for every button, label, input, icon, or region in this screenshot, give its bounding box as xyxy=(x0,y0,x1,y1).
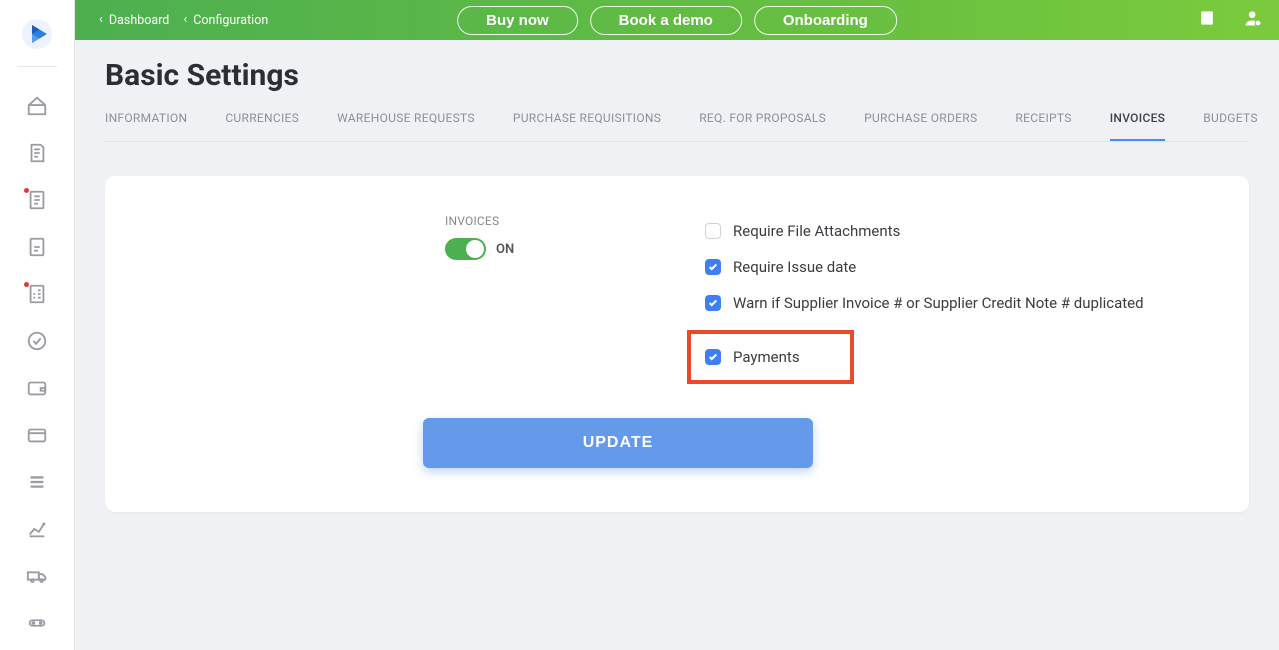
checkbox[interactable] xyxy=(705,259,721,275)
tab-budgets[interactable]: BUDGETS xyxy=(1203,111,1258,141)
checkbox-label: Require Issue date xyxy=(733,258,856,276)
server-icon[interactable] xyxy=(17,603,57,642)
checkbox-label: Require File Attachments xyxy=(733,222,900,240)
chevron-left-icon: ‹ xyxy=(99,12,103,27)
wallet-icon[interactable] xyxy=(17,369,57,408)
onboarding-button[interactable]: Onboarding xyxy=(754,6,897,35)
checkbox[interactable] xyxy=(705,349,721,365)
main-area: ‹ Dashboard ‹ Configuration Buy now Book a… xyxy=(75,0,1279,650)
checkbox-label: Warn if Supplier Invoice # or Supplier C… xyxy=(733,294,1144,312)
lines-icon[interactable] xyxy=(17,462,57,501)
tab-warehouse-requests[interactable]: WAREHOUSE REQUESTS xyxy=(337,111,475,141)
truck-icon[interactable] xyxy=(17,556,57,595)
checks-column: Require File Attachments Require Issue d… xyxy=(705,214,1144,384)
doc-plain-icon[interactable] xyxy=(17,228,57,267)
breadcrumb-label: Dashboard xyxy=(109,13,169,28)
page-title: Basic Settings xyxy=(105,58,1249,93)
approve-icon[interactable] xyxy=(17,322,57,361)
topbar: ‹ Dashboard ‹ Configuration Buy now Book a… xyxy=(75,0,1279,40)
doc-list-icon[interactable] xyxy=(17,181,57,220)
buy-now-button[interactable]: Buy now xyxy=(457,6,578,35)
check-require-issue-date: Require Issue date xyxy=(705,258,1144,276)
section-label: INVOICES xyxy=(445,214,605,228)
chart-icon[interactable] xyxy=(17,509,57,548)
tab-receipts[interactable]: RECEIPTS xyxy=(1015,111,1071,141)
doc-request-icon[interactable] xyxy=(17,134,57,173)
settings-card: INVOICES ON Require File Attachments Req… xyxy=(105,176,1249,512)
top-center-buttons: Buy now Book a demo Onboarding xyxy=(457,6,897,35)
checkbox[interactable] xyxy=(705,295,721,311)
app-logo[interactable] xyxy=(21,18,53,50)
user-settings-icon[interactable] xyxy=(1243,8,1263,32)
update-button[interactable]: UPDATE xyxy=(423,418,813,468)
content: Basic Settings INFORMATION CURRENCIES WA… xyxy=(75,40,1279,542)
check-payments: Payments xyxy=(705,348,800,366)
home-icon[interactable] xyxy=(17,87,57,126)
tab-currencies[interactable]: CURRENCIES xyxy=(225,111,299,141)
card-icon[interactable] xyxy=(17,415,57,454)
payments-highlight: Payments xyxy=(687,330,854,384)
checkbox[interactable] xyxy=(705,223,721,239)
doc-check-icon[interactable] xyxy=(17,275,57,314)
invoices-toggle[interactable] xyxy=(445,238,486,260)
tab-req-for-proposals[interactable]: REQ. FOR PROPOSALS xyxy=(699,111,826,141)
book-icon[interactable] xyxy=(1197,8,1217,32)
sidebar xyxy=(0,0,75,650)
book-demo-button[interactable]: Book a demo xyxy=(590,6,742,35)
breadcrumb-configuration[interactable]: ‹ Configuration xyxy=(183,13,268,28)
topbar-right xyxy=(1197,8,1263,32)
checkbox-label: Payments xyxy=(733,348,800,366)
toggle-state-label: ON xyxy=(496,242,514,257)
breadcrumb-label: Configuration xyxy=(193,13,268,28)
divider xyxy=(17,66,57,67)
breadcrumb: ‹ Dashboard ‹ Configuration xyxy=(99,13,268,28)
chevron-left-icon: ‹ xyxy=(183,12,187,27)
toggle-column: INVOICES ON xyxy=(145,214,605,384)
tab-purchase-orders[interactable]: PURCHASE ORDERS xyxy=(864,111,977,141)
check-require-attachments: Require File Attachments xyxy=(705,222,1144,240)
tab-invoices[interactable]: INVOICES xyxy=(1110,111,1166,141)
tabs: INFORMATION CURRENCIES WAREHOUSE REQUEST… xyxy=(105,111,1249,142)
tab-information[interactable]: INFORMATION xyxy=(105,111,187,141)
tab-purchase-requisitions[interactable]: PURCHASE REQUISITIONS xyxy=(513,111,661,141)
breadcrumb-dashboard[interactable]: ‹ Dashboard xyxy=(99,13,169,28)
check-warn-duplicate: Warn if Supplier Invoice # or Supplier C… xyxy=(705,294,1144,312)
